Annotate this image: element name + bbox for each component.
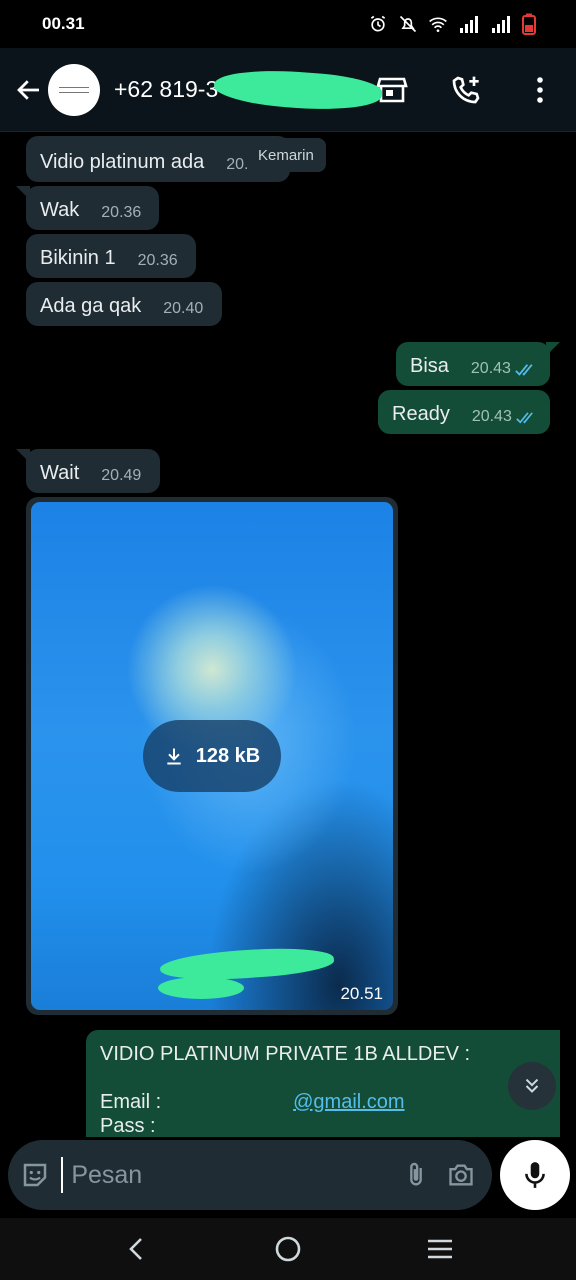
download-size: 128 kB	[195, 744, 261, 767]
message-bubble-outgoing[interactable]: Bisa 20.43	[396, 342, 560, 386]
avatar-logo	[59, 86, 89, 93]
message-text: Bisa	[410, 355, 449, 377]
signal-icon	[492, 16, 510, 33]
more-options-button[interactable]	[518, 68, 562, 112]
nav-home-button[interactable]	[258, 1224, 318, 1274]
message-text: Ready	[392, 403, 450, 425]
message-time: 20.36	[101, 204, 142, 221]
battery-icon	[522, 13, 536, 35]
bubble-tail	[16, 449, 30, 463]
message-bubble-outgoing[interactable]: Ready 20.43	[378, 390, 550, 434]
download-icon	[167, 748, 181, 765]
double-check-icon	[515, 364, 533, 376]
date-chip: Kemarin	[246, 138, 326, 172]
image-message[interactable]: 128 kB 20.51	[26, 497, 398, 1015]
message-input-bar	[8, 1140, 492, 1210]
status-icons	[368, 13, 536, 35]
chevron-double-down-icon	[525, 1078, 539, 1093]
attach-button[interactable]	[393, 1147, 438, 1203]
message-text: Vidio platinum ada	[40, 151, 205, 173]
more-vert-icon	[537, 77, 543, 103]
download-button[interactable]: 128 kB	[143, 720, 281, 792]
back-button[interactable]	[4, 65, 54, 115]
message-time: 20.36	[137, 252, 178, 269]
add-call-icon	[452, 76, 480, 104]
attach-icon	[410, 1162, 422, 1186]
alarm-icon	[370, 15, 386, 32]
contact-name[interactable]: +62 819-3	[114, 76, 218, 103]
double-check-icon	[516, 412, 533, 424]
wifi-icon	[429, 17, 447, 32]
message-bubble-incoming[interactable]: Wak 20.36	[16, 186, 159, 230]
camera-button[interactable]	[439, 1147, 484, 1203]
nav-recents-button[interactable]	[410, 1224, 470, 1274]
mic-icon	[525, 1162, 545, 1188]
bubble-tail	[546, 342, 560, 356]
home-circle-icon	[275, 1236, 301, 1262]
back-arrow-icon	[17, 79, 39, 100]
message-time: 20.43	[471, 408, 512, 425]
message-email-line: Email : @gmail.com	[100, 1090, 546, 1114]
message-title: VIDIO PLATINUM PRIVATE 1B ALLDEV :	[100, 1043, 471, 1065]
message-time: 20.51	[340, 984, 383, 1003]
message-text: Ada ga qak	[40, 295, 142, 317]
message-time: 20.43	[470, 360, 511, 377]
nav-back-button[interactable]	[106, 1224, 166, 1274]
message-text: Bikinin 1	[40, 247, 116, 269]
notifications-off-icon	[399, 15, 417, 33]
system-nav-bar	[0, 1218, 576, 1280]
header-actions	[370, 48, 562, 132]
chat-area[interactable]: Kemarin Vidio platinum ada 20.34 Wak 20.…	[0, 132, 576, 1137]
bubble-tail	[16, 186, 30, 200]
status-time: 00.31	[42, 14, 85, 33]
chevron-left-icon	[129, 1238, 142, 1260]
status-bar: 00.31	[0, 0, 576, 48]
image-preview[interactable]: 128 kB 20.51	[31, 502, 393, 1010]
message-bubble-outgoing[interactable]: VIDIO PLATINUM PRIVATE 1B ALLDEV : Email…	[86, 1030, 560, 1137]
avatar[interactable]	[48, 63, 100, 116]
message-bubble-incoming[interactable]: Bikinin 1 20.36	[26, 234, 196, 278]
pass-label: Pass :	[100, 1115, 156, 1137]
message-text: Wak	[40, 199, 80, 221]
menu-lines-icon	[428, 1239, 452, 1259]
message-time: 20.40	[163, 300, 204, 317]
message-text: Wait	[40, 462, 80, 484]
scroll-down-button[interactable]	[508, 1062, 556, 1110]
sticker-button[interactable]	[12, 1147, 57, 1203]
email-label: Email :	[100, 1091, 162, 1113]
camera-icon	[449, 1164, 473, 1186]
message-input[interactable]	[61, 1157, 394, 1193]
email-link[interactable]: @gmail.com	[293, 1091, 404, 1113]
signal-icon	[460, 16, 478, 33]
message-bubble-incoming[interactable]: Ada ga qak 20.40	[26, 282, 222, 326]
redaction-mark	[158, 977, 244, 999]
add-call-button[interactable]	[444, 68, 488, 112]
message-pass-line: Pass :	[100, 1114, 546, 1137]
message-time: 20.49	[101, 467, 142, 484]
message-bubble-incoming[interactable]: Wait 20.49	[16, 449, 160, 493]
sticker-icon	[23, 1163, 46, 1187]
voice-message-button[interactable]	[500, 1140, 570, 1210]
